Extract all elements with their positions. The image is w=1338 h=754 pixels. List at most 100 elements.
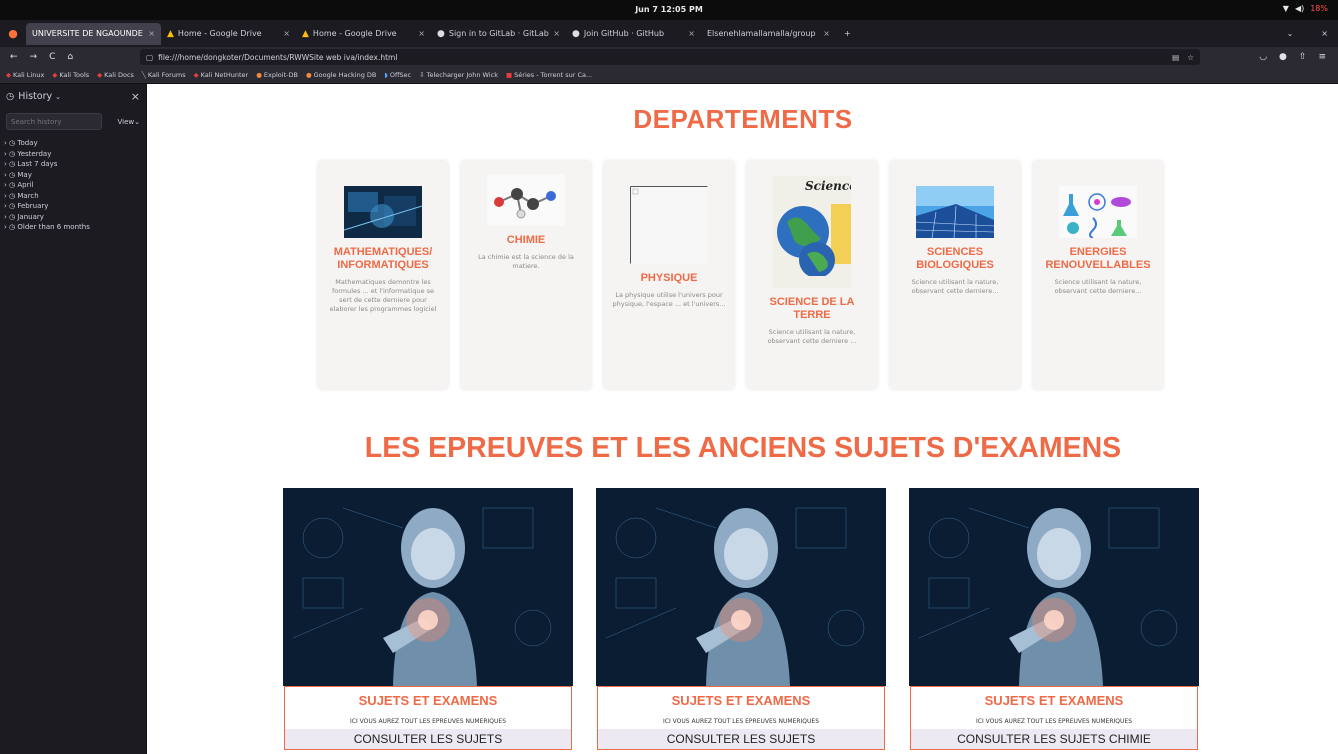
dept-card-energies[interactable]: ENERGIES RENOUVELLABLES Science utilisan…	[1033, 161, 1163, 389]
book-title-text: Sciences	[805, 179, 851, 193]
tab-google-drive-2[interactable]: ▲ Home - Google Drive ×	[296, 23, 431, 45]
history-group-may[interactable]: › ◷ May	[4, 170, 142, 181]
bookmark-item[interactable]: ■ Séries - Torrent sur Ca...	[506, 71, 592, 79]
consulter-sujets-button[interactable]: CONSULTER LES SUJETS	[598, 729, 884, 749]
dept-title: CHIMIE	[506, 234, 546, 246]
dept-card-sciences-biologiques[interactable]: SCIENCES BIOLOGIQUES Science utilisant l…	[890, 161, 1020, 389]
broken-image	[630, 186, 708, 264]
exam-card-2: SUJETS ET EXAMENS ICI VOUS AUREZ TOUT LE…	[596, 488, 886, 754]
chevron-down-icon[interactable]: ⌄	[55, 93, 61, 101]
history-group-february[interactable]: › ◷ February	[4, 201, 142, 212]
pocket-icon[interactable]: ◡	[1259, 52, 1267, 62]
math-image	[344, 186, 422, 238]
download-icon: ⇩	[419, 71, 425, 79]
github-icon: ●	[572, 28, 580, 39]
exam-subtitle: ICI VOUS AUREZ TOUT LES EPREUVES NUMERIQ…	[975, 718, 1132, 725]
dept-card-physique[interactable]: PHYSIQUE La physique utilise l'univers p…	[604, 161, 734, 389]
bookmark-item[interactable]: ◆ Kali NetHunter	[194, 71, 249, 79]
consulter-sujets-chimie-button[interactable]: CONSULTER LES SUJETS CHIMIE	[911, 729, 1197, 749]
battery-indicator[interactable]: 18%	[1310, 4, 1328, 13]
history-group-today[interactable]: › ◷ Today	[4, 138, 142, 149]
ai-robot-image	[596, 488, 886, 686]
kali-icon: ◆	[6, 71, 11, 79]
bookmark-star-icon[interactable]: ☆	[1187, 53, 1194, 62]
dept-card-science-terre[interactable]: Sciences SCIENCE DE LA TERRE Science uti…	[747, 161, 877, 389]
tab-label: Join GitHub · GitHub	[583, 29, 665, 38]
sidebar-title[interactable]: History	[18, 91, 52, 102]
navigation-toolbar: ← → C ⌂ ▢ file:///home/dongkoter/Documen…	[0, 47, 1338, 67]
kali-forums-icon: ╲	[141, 71, 146, 79]
close-sidebar-icon[interactable]: ×	[131, 90, 140, 103]
dept-description: Science utilisant la nature, observant c…	[911, 278, 999, 295]
close-tab-icon[interactable]: ×	[823, 29, 830, 38]
close-tab-icon[interactable]: ×	[148, 29, 155, 38]
departments-grid: MATHEMATIQUES/ INFORMATIQUES Mathematiqu…	[318, 161, 1163, 389]
wifi-icon[interactable]: ▼	[1283, 4, 1289, 13]
exam-card-3: SUJETS ET EXAMENS ICI VOUS AUREZ TOUT LE…	[909, 488, 1199, 754]
tab-github[interactable]: ● Join GitHub · GitHub ×	[566, 23, 701, 45]
ai-robot-image	[909, 488, 1199, 686]
forward-icon[interactable]: →	[30, 52, 38, 62]
back-icon[interactable]: ←	[10, 52, 18, 62]
history-group-last-7-days[interactable]: › ◷ Last 7 days	[4, 159, 142, 170]
reload-icon[interactable]: C	[49, 52, 55, 62]
close-tab-icon[interactable]: ×	[418, 29, 425, 38]
extensions-icon[interactable]: ⇧	[1299, 52, 1307, 62]
dept-title: PHYSIQUE	[640, 272, 698, 284]
tab-universite[interactable]: UNIVERSITE DE NGAOUNDE ×	[26, 22, 161, 45]
bookmark-item[interactable]: ◆ Kali Linux	[6, 71, 44, 79]
volume-icon[interactable]: ◀)	[1295, 4, 1304, 13]
exam-title: SUJETS ET EXAMENS	[598, 686, 884, 714]
home-icon[interactable]: ⌂	[67, 52, 73, 62]
history-group-yesterday[interactable]: › ◷ Yesterday	[4, 149, 142, 160]
url-bar[interactable]: ▢ file:///home/dongkoter/Documents/RWWSi…	[140, 49, 1200, 65]
bookmarks-toolbar: ◆ Kali Linux ◆ Kali Tools ◆ Kali Docs ╲ Kali…	[0, 67, 1338, 84]
bookmark-item[interactable]: ◆ Kali Tools	[52, 71, 89, 79]
dept-title: MATHEMATIQUES/ INFORMATIQUES	[333, 246, 433, 271]
page-icon: ▢	[146, 52, 154, 62]
bookmark-item[interactable]: ◆ Kali Docs	[97, 71, 134, 79]
exam-title: SUJETS ET EXAMENS	[911, 686, 1197, 714]
url-text[interactable]: file:///home/dongkoter/Documents/RWWSite…	[158, 53, 397, 62]
close-window-icon[interactable]: ×	[1321, 29, 1328, 38]
history-group-january[interactable]: › ◷ January	[4, 212, 142, 223]
history-group-april[interactable]: › ◷ April	[4, 180, 142, 191]
system-tray[interactable]: ▼ ◀) 18%	[1283, 4, 1328, 13]
bookmark-item[interactable]: ● Exploit-DB	[256, 71, 298, 79]
departements-heading: DEPARTEMENTS	[633, 104, 853, 134]
menu-icon[interactable]: ≡	[1318, 52, 1326, 62]
dept-title: SCIENCES BIOLOGIQUES	[916, 246, 994, 271]
epreuves-heading: LES EPREUVES ET LES ANCIENS SUJETS D'EXA…	[364, 432, 1122, 464]
search-history-input[interactable]	[6, 113, 102, 130]
tab-google-drive-1[interactable]: ▲ Home - Google Drive ×	[161, 23, 296, 45]
tab-label: Home - Google Drive	[312, 29, 397, 38]
account-icon[interactable]: ●	[1279, 52, 1287, 62]
history-group-older[interactable]: › ◷ Older than 6 months	[4, 222, 142, 233]
dept-card-chimie[interactable]: CHIMIE La chimie est la science de la ma…	[461, 161, 591, 389]
google-drive-icon: ▲	[302, 28, 309, 39]
tab-group[interactable]: Elsenehlamallamalla/group ×	[701, 23, 836, 45]
new-tab-button[interactable]: +	[836, 29, 859, 38]
history-group-march[interactable]: › ◷ March	[4, 191, 142, 202]
torrent-icon: ■	[505, 71, 513, 79]
exam-subtitle: ICI VOUS AUREZ TOUT LES EPREUVES NUMERIQ…	[349, 718, 506, 725]
reader-view-icon[interactable]: ▤	[1172, 53, 1179, 62]
view-menu-button[interactable]: View⌄	[118, 118, 141, 126]
exam-title: SUJETS ET EXAMENS	[285, 686, 571, 714]
bookmark-item[interactable]: ● Google Hacking DB	[306, 71, 376, 79]
exam-card-1: SUJETS ET EXAMENS ICI VOUS AUREZ TOUT LE…	[283, 488, 573, 754]
web-page: DEPARTEMENTS MATHEMATIQUES/ INFORMATIQUE…	[148, 84, 1338, 754]
close-tab-icon[interactable]: ×	[688, 29, 695, 38]
dept-card-math-info[interactable]: MATHEMATIQUES/ INFORMATIQUES Mathematiqu…	[318, 161, 448, 389]
list-all-tabs-icon[interactable]: ⌄	[1287, 29, 1294, 38]
bookmark-item[interactable]: ◗ OffSec	[384, 71, 411, 79]
bookmark-item[interactable]: ⇩ Telecharger John Wick	[419, 71, 498, 79]
tab-label: Elsenehlamallamalla/group	[707, 29, 816, 38]
close-tab-icon[interactable]: ×	[283, 29, 290, 38]
bookmark-item[interactable]: ╲ Kali Forums	[142, 71, 186, 79]
system-clock[interactable]: Jun 7 12:05 PM	[0, 5, 1338, 14]
close-tab-icon[interactable]: ×	[553, 29, 560, 38]
consulter-sujets-button[interactable]: CONSULTER LES SUJETS	[285, 729, 571, 749]
dept-description: La physique utilise l'univers pour physi…	[612, 291, 726, 308]
tab-gitlab[interactable]: ● Sign in to GitLab · GitLab ×	[431, 23, 566, 45]
